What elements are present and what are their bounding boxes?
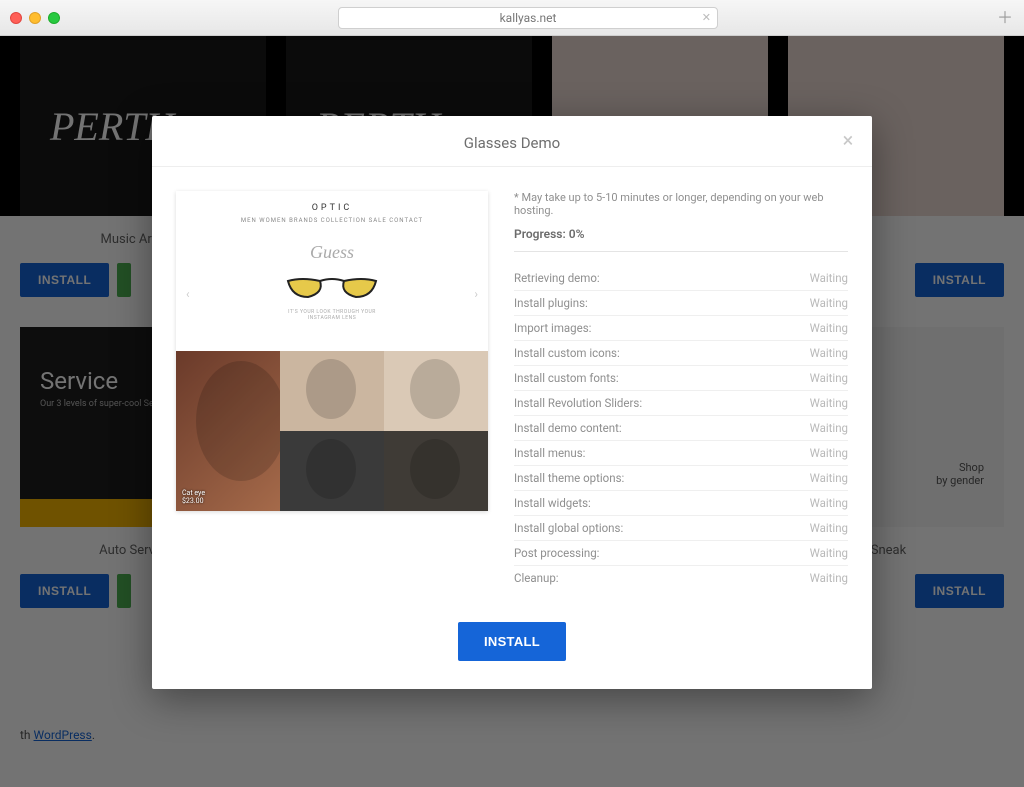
modal-overlay: Glasses Demo × OPTIC MEN WOMEN BRANDS CO… (0, 36, 1024, 787)
progress-label: Progress: 0% (514, 227, 848, 252)
minimize-window-icon[interactable] (29, 12, 41, 24)
modal-header: Glasses Demo × (152, 116, 872, 167)
close-window-icon[interactable] (10, 12, 22, 24)
step-label: Retrieving demo: (514, 271, 600, 285)
install-button[interactable]: INSTALL (458, 622, 566, 661)
install-steps-list: Retrieving demo: Waiting Install plugins: W… (514, 266, 848, 590)
step-label: Install demo content: (514, 421, 622, 435)
step-status: Waiting (810, 396, 848, 410)
address-text: kallyas.net (500, 11, 557, 25)
step-status: Waiting (810, 571, 848, 585)
glasses-icon (284, 271, 380, 303)
step-status: Waiting (810, 521, 848, 535)
step-label: Install plugins: (514, 296, 588, 310)
install-step-row: Install theme options: Waiting (514, 466, 848, 491)
browser-toolbar: kallyas.net ✕ ＋ (0, 0, 1024, 36)
preview-grid: Cat eye$23.00 (176, 351, 488, 511)
install-step-row: Cleanup: Waiting (514, 566, 848, 590)
preview-headline: Guess (310, 242, 354, 263)
install-step-row: Retrieving demo: Waiting (514, 266, 848, 291)
step-label: Install custom fonts: (514, 371, 619, 385)
install-step-row: Install global options: Waiting (514, 516, 848, 541)
install-note: * May take up to 5-10 minutes or longer,… (514, 191, 848, 217)
preview-nav: MEN WOMEN BRANDS COLLECTION SALE CONTACT (241, 217, 423, 224)
step-status: Waiting (810, 321, 848, 335)
preview-tagline: IT'S YOUR LOOK THROUGH YOUR INSTAGRAM LE… (288, 309, 376, 321)
step-label: Import images: (514, 321, 591, 335)
install-step-row: Install plugins: Waiting (514, 291, 848, 316)
demo-preview: OPTIC MEN WOMEN BRANDS COLLECTION SALE C… (176, 191, 488, 511)
modal-body: OPTIC MEN WOMEN BRANDS COLLECTION SALE C… (152, 167, 872, 600)
preview-tile (384, 431, 488, 511)
install-demo-modal: Glasses Demo × OPTIC MEN WOMEN BRANDS CO… (152, 116, 872, 689)
preview-tile (384, 351, 488, 431)
modal-footer: INSTALL (152, 600, 872, 689)
install-step-row: Install widgets: Waiting (514, 491, 848, 516)
step-label: Install custom icons: (514, 346, 620, 360)
install-step-row: Install menus: Waiting (514, 441, 848, 466)
modal-title: Glasses Demo (152, 134, 872, 152)
page-content: PERTH PERTH Music Artist INSTALL INSTALL… (0, 36, 1024, 787)
install-step-row: Install custom icons: Waiting (514, 341, 848, 366)
step-status: Waiting (810, 421, 848, 435)
step-status: Waiting (810, 546, 848, 560)
stop-reload-icon[interactable]: ✕ (702, 11, 711, 24)
step-status: Waiting (810, 271, 848, 285)
close-icon[interactable]: × (838, 130, 858, 150)
install-step-row: Install Revolution Sliders: Waiting (514, 391, 848, 416)
step-label: Install global options: (514, 521, 623, 535)
step-label: Install Revolution Sliders: (514, 396, 642, 410)
step-status: Waiting (810, 371, 848, 385)
step-label: Cleanup: (514, 571, 559, 585)
step-status: Waiting (810, 346, 848, 360)
preview-tile (280, 351, 384, 431)
prev-arrow-icon: ‹ (186, 287, 190, 301)
address-bar[interactable]: kallyas.net ✕ (338, 7, 718, 29)
step-label: Install theme options: (514, 471, 624, 485)
preview-hero: OPTIC MEN WOMEN BRANDS COLLECTION SALE C… (176, 191, 488, 351)
step-status: Waiting (810, 496, 848, 510)
preview-logo: OPTIC (312, 203, 353, 213)
step-status: Waiting (810, 446, 848, 460)
preview-tile: Cat eye$23.00 (176, 351, 280, 511)
step-status: Waiting (810, 471, 848, 485)
window-controls (10, 12, 60, 24)
progress-panel: * May take up to 5-10 minutes or longer,… (514, 191, 848, 590)
new-tab-icon[interactable]: ＋ (996, 9, 1014, 27)
step-label: Install menus: (514, 446, 585, 460)
step-label: Install widgets: (514, 496, 591, 510)
install-step-row: Install custom fonts: Waiting (514, 366, 848, 391)
next-arrow-icon: › (474, 287, 478, 301)
install-step-row: Post processing: Waiting (514, 541, 848, 566)
step-label: Post processing: (514, 546, 599, 560)
install-step-row: Install demo content: Waiting (514, 416, 848, 441)
preview-tile (280, 431, 384, 511)
step-status: Waiting (810, 296, 848, 310)
install-step-row: Import images: Waiting (514, 316, 848, 341)
zoom-window-icon[interactable] (48, 12, 60, 24)
